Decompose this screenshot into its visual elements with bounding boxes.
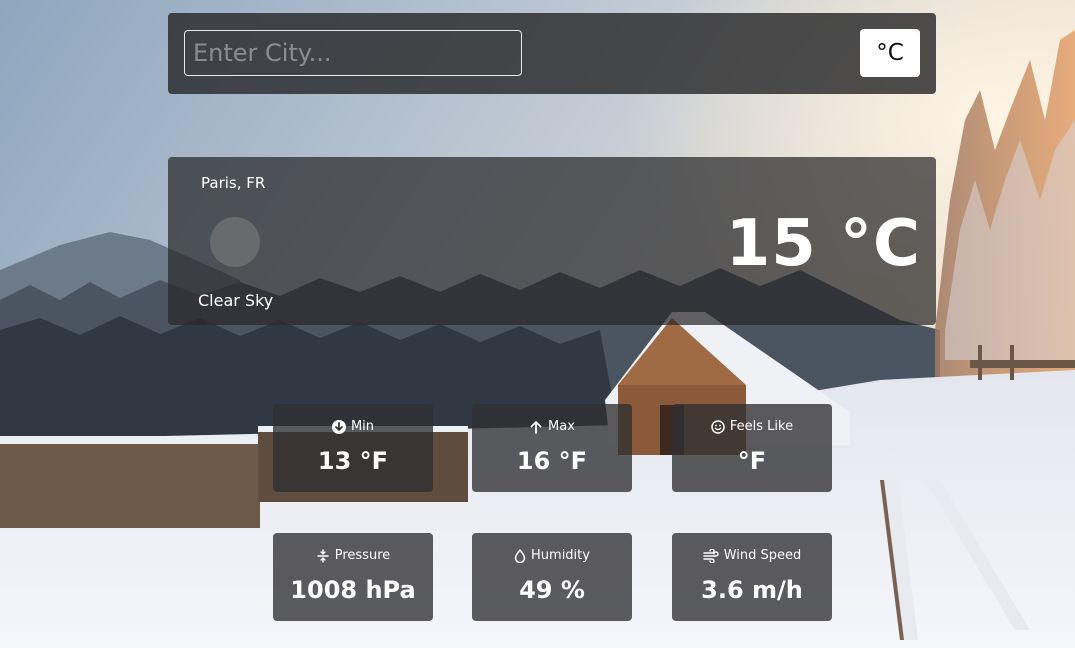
wind-speed-value: 3.6 m/h: [701, 576, 803, 604]
max-temp-card: Max 16 °F: [472, 404, 632, 492]
min-label: Min: [350, 419, 375, 434]
feels-like-card: Feels Like °F: [672, 404, 832, 492]
current-temperature: 15 °C: [725, 207, 921, 281]
weather-condition: Clear Sky: [198, 291, 274, 310]
min-value: 13 °F: [317, 447, 389, 475]
pressure-value: 1008 hPa: [290, 576, 416, 604]
max-value: 16 °F: [516, 447, 588, 475]
city-search-input[interactable]: [184, 30, 522, 76]
wind-icon: [703, 548, 719, 563]
unit-toggle-button[interactable]: °C: [860, 29, 920, 77]
search-bar: °C: [168, 13, 936, 94]
humidity-value: 49 %: [519, 576, 585, 604]
pressure-icon: [316, 548, 330, 563]
arrow-down-circle-icon: [331, 419, 346, 434]
wind-speed-label: Wind Speed: [723, 548, 802, 563]
min-temp-card: Min 13 °F: [273, 404, 433, 492]
pressure-label: Pressure: [334, 548, 391, 563]
weather-icon: [210, 217, 260, 267]
pressure-card: Pressure 1008 hPa: [273, 533, 433, 621]
arrow-up-icon: [529, 420, 543, 434]
current-weather-card: Paris, FR Clear Sky 15 °C: [168, 157, 936, 325]
feels-like-label: Feels Like: [729, 419, 794, 434]
max-label: Max: [548, 419, 575, 434]
humidity-label: Humidity: [531, 548, 590, 563]
wind-speed-card: Wind Speed 3.6 m/h: [672, 533, 832, 621]
humidity-card: Humidity 49 %: [472, 533, 632, 621]
feels-like-value: °F: [737, 447, 767, 475]
water-drop-icon: [514, 548, 526, 563]
smiley-icon: [711, 419, 725, 434]
location-label: Paris, FR: [201, 174, 266, 192]
